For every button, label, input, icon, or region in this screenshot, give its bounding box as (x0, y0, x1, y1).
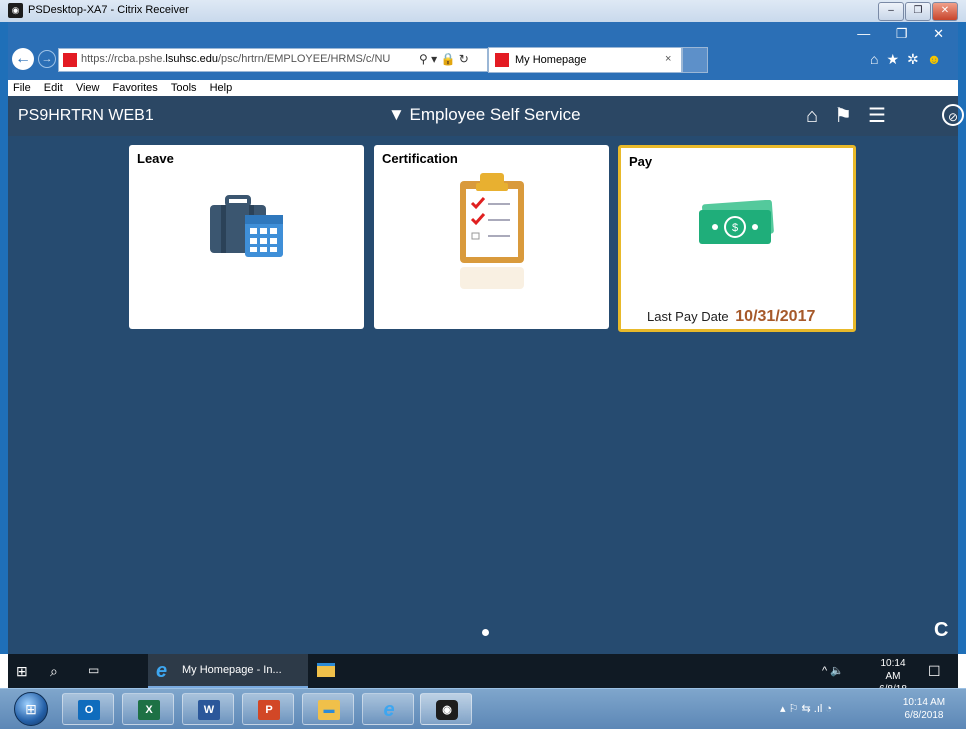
menu-favorites[interactable]: Favorites (113, 82, 158, 94)
session-taskbar: ⊞ ⌕ ▭ e My Homepage - In... ^ 🔈 10:14 AM… (8, 654, 958, 695)
citrix-window-title: PSDesktop-XA7 - Citrix Receiver (28, 4, 189, 16)
browser-restore-button[interactable]: ❐ (896, 26, 908, 41)
system-tray[interactable]: ^ 🔈 (822, 664, 844, 677)
back-button[interactable]: ← (12, 48, 34, 70)
host-clock-time: 10:14 AM (902, 697, 946, 708)
word-icon: W (198, 700, 220, 720)
address-bar-actions[interactable]: ⚲ ▾ 🔒 ↻ (419, 52, 469, 66)
citrix-receiver-icon: ◉ (8, 3, 23, 18)
ps-header-actions: ⌂ ⚑ ☰ (806, 103, 902, 128)
new-tab-button[interactable] (682, 47, 708, 73)
host-taskbar: ⊞ O X W P ▬ e ◉ ▴ ⚐ ⇆ .ıl ◔ 10:14 AM 6/8… (0, 688, 966, 729)
ps-home-icon[interactable]: ⌂ (806, 105, 818, 127)
outlook-taskbar-button[interactable]: O (62, 693, 114, 725)
citrix-restore-button[interactable]: ❐ (905, 2, 931, 21)
window-frame-left (0, 22, 8, 654)
search-icon[interactable]: ⌕ (50, 663, 58, 680)
taskbar-ie-window[interactable]: e My Homepage - In... (148, 654, 308, 688)
menu-edit[interactable]: Edit (44, 82, 63, 94)
feedback-smiley-icon[interactable]: ☻ (927, 51, 942, 67)
menu-file[interactable]: File (13, 82, 31, 94)
last-pay-date-value: 10/31/2017 (735, 308, 816, 325)
browser-minimize-button[interactable]: — (857, 26, 870, 41)
folder-icon: ▬ (318, 700, 340, 720)
menu-bar: File Edit View Favorites Tools Help (8, 80, 958, 97)
tab-title: My Homepage (515, 54, 587, 66)
host-clock[interactable]: 10:14 AM 6/8/2018 (898, 696, 950, 722)
powerpoint-icon: P (258, 700, 280, 720)
word-taskbar-button[interactable]: W (182, 693, 234, 725)
tile-leave-title: Leave (137, 151, 174, 166)
page-indicator-dot[interactable] (482, 629, 489, 636)
browser-close-button[interactable]: ✕ (933, 26, 944, 41)
internet-explorer-icon: e (156, 660, 168, 682)
ie-taskbar-button[interactable]: e (362, 693, 414, 725)
menu-tools[interactable]: Tools (171, 82, 197, 94)
actions-menu-icon[interactable]: ☰ (868, 105, 886, 127)
taskbar-ie-label: My Homepage - In... (182, 664, 282, 676)
last-pay-date: Last Pay Date 10/31/2017 (647, 308, 815, 326)
refresh-icon[interactable]: C (934, 619, 948, 642)
tile-certification-title: Certification (382, 151, 458, 166)
task-view-icon[interactable]: ▭ (88, 663, 99, 677)
notifications-flag-icon[interactable]: ⚑ (834, 105, 852, 127)
file-explorer-icon[interactable] (317, 663, 335, 677)
tab-my-homepage[interactable]: My Homepage × (488, 47, 682, 73)
ps-header: PS9HRTRN WEB1 ▼ Employee Self Service ⌂ ⚑… (8, 96, 964, 136)
citrix-title-bar: ◉ PSDesktop-XA7 - Citrix Receiver – ❐ ✕ (0, 0, 966, 23)
tab-close-button[interactable]: × (665, 53, 671, 65)
host-system-tray[interactable]: ▴ ⚐ ⇆ .ıl ◔ (780, 702, 832, 715)
money-bill-icon: $ (699, 200, 774, 244)
explorer-taskbar-button[interactable]: ▬ (302, 693, 354, 725)
internet-explorer-icon: e (383, 699, 395, 721)
menu-help[interactable]: Help (210, 82, 233, 94)
citrix-close-button[interactable]: ✕ (932, 2, 958, 21)
site-favicon-icon (63, 53, 77, 67)
outlook-icon: O (78, 700, 100, 720)
home-icon[interactable]: ⌂ (870, 51, 878, 67)
settings-gear-icon[interactable]: ✲ (907, 51, 919, 67)
action-center-icon[interactable]: ☐ (928, 663, 941, 680)
tile-certification[interactable]: Certification (374, 145, 609, 329)
briefcase-calendar-icon (210, 195, 283, 257)
clock-time: 10:14 AM (880, 658, 906, 682)
forward-button[interactable]: → (38, 50, 56, 68)
homepage-selector[interactable]: ▼ Employee Self Service (388, 105, 581, 125)
tab-favicon-icon (495, 53, 509, 67)
navbar-compass-icon[interactable]: ⊘ (942, 104, 964, 126)
start-orb-icon[interactable]: ⊞ (14, 692, 48, 726)
excel-icon: X (138, 700, 160, 720)
clipboard-checklist-icon (460, 173, 524, 289)
favorites-star-icon[interactable]: ★ (886, 51, 899, 67)
menu-view[interactable]: View (76, 82, 100, 94)
tile-pay[interactable]: Pay $ Last Pay Date 10/31/2017 (618, 145, 856, 332)
tile-leave[interactable]: Leave (129, 145, 364, 329)
address-url[interactable]: https://rcba.pshe.lsuhsc.edu/psc/hrtrn/E… (81, 53, 390, 65)
browser-tool-icons: ⌂ ★ ✲ ☻ (870, 51, 950, 68)
svg-text:$: $ (732, 222, 738, 234)
browser-window-controls: — ❐ ✕ (835, 26, 944, 42)
citrix-minimize-button[interactable]: – (878, 2, 904, 21)
host-clock-date: 6/8/2018 (904, 710, 944, 721)
tile-pay-title: Pay (629, 154, 653, 169)
powerpoint-taskbar-button[interactable]: P (242, 693, 294, 725)
citrix-taskbar-button[interactable]: ◉ (420, 693, 472, 725)
windows-start-icon[interactable]: ⊞ (16, 663, 28, 680)
address-bar[interactable]: https://rcba.pshe.lsuhsc.edu/psc/hrtrn/E… (58, 48, 488, 72)
ps-environment-label: PS9HRTRN WEB1 (18, 107, 154, 124)
last-pay-date-label: Last Pay Date (647, 309, 729, 324)
excel-taskbar-button[interactable]: X (122, 693, 174, 725)
citrix-receiver-icon: ◉ (436, 700, 458, 720)
